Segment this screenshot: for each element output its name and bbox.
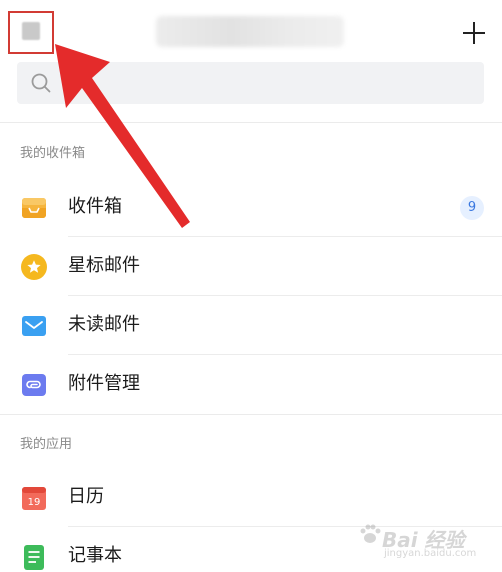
- envelope-icon: [22, 316, 46, 336]
- list-item-unread[interactable]: 未读邮件: [0, 296, 502, 355]
- list-item-label: 收件箱: [68, 196, 122, 217]
- list-item-starred[interactable]: 星标邮件: [0, 237, 502, 296]
- paw-icon: [360, 524, 381, 543]
- unread-count-badge: 9: [460, 196, 484, 220]
- list-item-inbox[interactable]: 收件箱 9: [0, 178, 502, 237]
- inbox-icon: [22, 198, 46, 218]
- search-input[interactable]: [17, 62, 484, 104]
- search-icon: [31, 73, 51, 93]
- list-item-attachments[interactable]: 附件管理: [0, 355, 502, 414]
- divider: [0, 122, 502, 123]
- top-bar: [0, 0, 502, 62]
- mail-app-screen: 我的收件箱 收件箱 9 星标邮件 未读邮件 附件管理 我的应用 19 日历 记事…: [0, 0, 502, 572]
- section-title-apps: 我的应用: [20, 437, 73, 452]
- calendar-date-label: 19: [28, 497, 41, 508]
- baidu-jingyan-watermark: Bai 经验 jingyan.baidu.com: [358, 516, 498, 568]
- calendar-icon: 19: [22, 487, 46, 510]
- notepad-icon: [24, 545, 44, 570]
- avatar[interactable]: [22, 22, 40, 40]
- section-title-mailboxes: 我的收件箱: [20, 146, 86, 161]
- list-item-label: 附件管理: [68, 373, 140, 394]
- list-item-label: 日历: [68, 486, 104, 507]
- list-item-label: 未读邮件: [68, 314, 140, 335]
- add-button[interactable]: [461, 20, 487, 46]
- list-item-label: 记事本: [68, 545, 122, 566]
- avatar-highlight-box[interactable]: [8, 11, 54, 54]
- list-item-label: 星标邮件: [68, 255, 140, 276]
- divider: [0, 414, 502, 415]
- attachment-icon: [22, 374, 46, 396]
- account-name-blurred[interactable]: [156, 16, 344, 47]
- star-icon: [21, 254, 47, 280]
- watermark-url: jingyan.baidu.com: [384, 548, 477, 559]
